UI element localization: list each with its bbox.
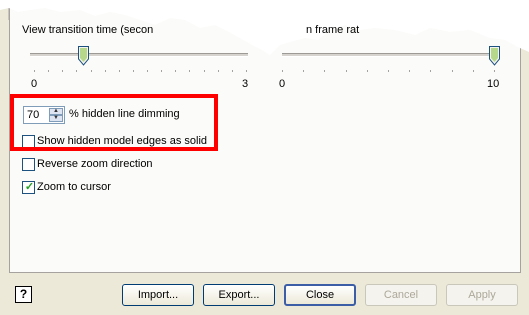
frame-rate-label: n frame rat [306, 24, 360, 36]
slider-tick [203, 70, 205, 72]
slider-tick [132, 70, 134, 72]
frame-rate-slider-thumb[interactable] [489, 46, 500, 66]
slider-tick [409, 70, 411, 72]
slider-tick [451, 70, 453, 72]
checkmark-icon: ✓ [24, 181, 35, 193]
reverse-zoom-label[interactable]: Reverse zoom direction [37, 158, 153, 171]
slider-tick [430, 70, 432, 72]
transition-slider-thumb[interactable] [78, 46, 90, 66]
slider-tick [246, 70, 247, 72]
frame-rate-min-label: 0 [279, 78, 286, 90]
help-icon[interactable]: ? [15, 286, 32, 303]
slider-tick [231, 70, 233, 72]
import-button[interactable]: Import... [122, 284, 194, 306]
slider-tick [472, 70, 474, 72]
slider-tick [34, 70, 35, 72]
slider-tick [388, 70, 389, 72]
slider-tick [147, 70, 149, 72]
apply-button[interactable]: Apply [446, 284, 518, 306]
zoom-to-cursor-label[interactable]: Zoom to cursor [37, 181, 111, 194]
transition-max-label: 3 [242, 78, 249, 90]
slider-tick [90, 70, 92, 72]
frame-rate-slider-track[interactable] [282, 53, 494, 57]
transition-time-label: View transition time (secon [22, 24, 154, 36]
highlight-box [10, 94, 218, 151]
slider-tick [217, 70, 219, 72]
slider-tick [118, 70, 120, 72]
close-button[interactable]: Close [284, 284, 356, 306]
slider-tick [161, 70, 163, 72]
slider-tick [175, 70, 177, 72]
slider-tick [324, 70, 326, 72]
transition-slider-track[interactable] [30, 53, 248, 57]
slider-tick [282, 70, 283, 72]
slider-tick [62, 70, 64, 72]
slider-tick [104, 70, 106, 72]
slider-tick [494, 70, 495, 72]
slider-tick [345, 70, 347, 72]
slider-tick [189, 70, 191, 72]
slider-tick [76, 70, 78, 72]
cancel-button[interactable]: Cancel [365, 284, 437, 306]
slider-tick [48, 70, 50, 72]
transition-min-label: 0 [31, 78, 38, 90]
slider-tick [366, 70, 368, 72]
export-button[interactable]: Export... [203, 284, 275, 306]
reverse-zoom-checkbox[interactable] [22, 158, 35, 171]
slider-tick [303, 70, 305, 72]
frame-rate-max-label: 10 [487, 78, 500, 90]
zoom-to-cursor-checkbox[interactable]: ✓ [22, 181, 35, 194]
